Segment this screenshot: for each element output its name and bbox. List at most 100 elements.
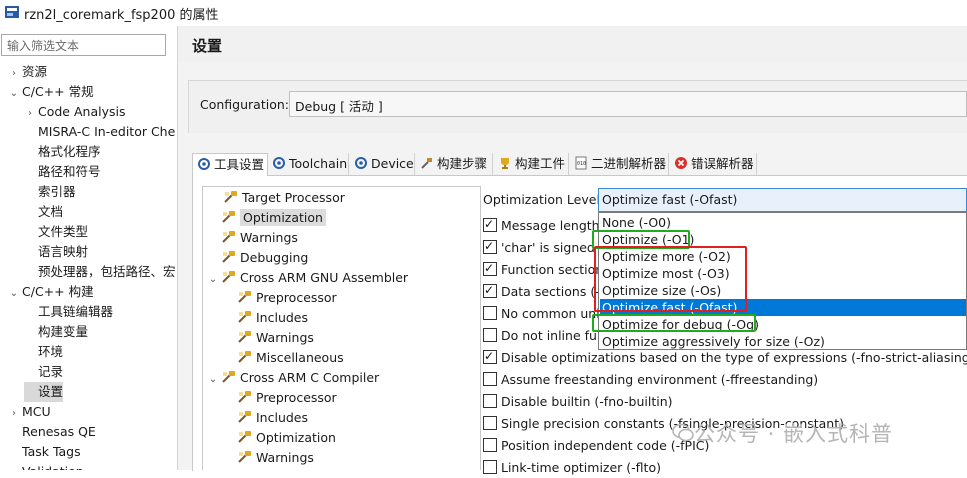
chevron-right-icon[interactable]: › bbox=[8, 404, 20, 424]
tree-item-label: Task Tags bbox=[22, 444, 81, 459]
tree-item-label: 构建变量 bbox=[38, 324, 89, 339]
optimization-level-value: Optimize fast (-Ofast) bbox=[602, 192, 738, 207]
tab-binary-parsers[interactable]: 010 二进制解析器 bbox=[570, 153, 669, 175]
tree-item[interactable]: 预处理器，包括路径、宏 bbox=[24, 262, 176, 282]
configuration-select[interactable]: Debug [ 活动 ] bbox=[289, 91, 967, 117]
optimization-level-label: Optimization Level bbox=[483, 192, 600, 207]
filter-box[interactable] bbox=[1, 34, 167, 56]
tab-error-parsers[interactable]: 错误解析器 bbox=[670, 153, 757, 175]
checkbox[interactable] bbox=[483, 236, 497, 256]
settings-tree-label: Cross ARM C Compiler bbox=[240, 370, 380, 385]
settings-tree-item[interactable]: Target Processor bbox=[223, 188, 345, 208]
option-checkbox-row[interactable]: Assume freestanding environment (-ffrees… bbox=[483, 370, 818, 390]
configuration-label: Configuration: bbox=[200, 97, 289, 112]
option-checkbox-row[interactable]: Function sections bbox=[483, 258, 610, 280]
tab-device[interactable]: Device bbox=[350, 153, 415, 175]
chevron-right-icon[interactable]: › bbox=[8, 64, 20, 84]
settings-tree-item[interactable]: Miscellaneous bbox=[237, 348, 344, 368]
tree-item-label: Renesas QE bbox=[22, 424, 96, 439]
tree-item[interactable]: 文档 bbox=[24, 202, 63, 222]
settings-tree-item[interactable]: Warnings bbox=[221, 228, 298, 248]
tab-tool-settings[interactable]: 工具设置 bbox=[192, 153, 268, 176]
settings-tree-item[interactable]: Includes bbox=[237, 308, 308, 328]
option-checkbox-row[interactable]: Disable builtin (-fno-builtin) bbox=[483, 392, 673, 412]
settings-tree-item[interactable]: Debugging bbox=[221, 248, 308, 268]
settings-tree-label: Target Processor bbox=[242, 190, 345, 205]
checkbox[interactable] bbox=[483, 258, 497, 278]
tool-settings-tree: Target Processor Optimization Warnings Debu… bbox=[202, 186, 481, 470]
tree-item[interactable]: ›Validation bbox=[8, 462, 84, 470]
annotation-green-box-og bbox=[592, 314, 756, 332]
tree-item[interactable]: ⌄ C/C++ 构建 bbox=[8, 282, 94, 302]
tab-build-artifact[interactable]: 构建工件 bbox=[494, 153, 569, 175]
chevron-down-icon[interactable]: ⌄ bbox=[8, 284, 20, 304]
optimization-level-select[interactable]: Optimize fast (-Ofast) bbox=[598, 188, 967, 212]
property-page-tree: › 资源 ⌄ C/C++ 常规 › Code Analysis MISRA-C In-edi… bbox=[0, 60, 176, 470]
tree-item-label: 环境 bbox=[38, 344, 64, 359]
tree-item[interactable]: › 资源 bbox=[8, 62, 47, 82]
tree-item[interactable]: ⌄ C/C++ 常规 bbox=[8, 82, 94, 102]
settings-tree-item[interactable]: ⌄ Cross ARM GNU Assembler bbox=[207, 268, 408, 288]
settings-tree-label: Preprocessor bbox=[256, 390, 337, 405]
settings-tree-label: Debugging bbox=[240, 250, 309, 265]
tree-item[interactable]: › Code Analysis bbox=[24, 102, 125, 122]
settings-tree-label: Cross ARM GNU Assembler bbox=[240, 270, 409, 285]
tool-icon bbox=[221, 370, 236, 385]
tree-item[interactable]: MISRA-C In-editor Che bbox=[24, 122, 175, 142]
chevron-right-icon[interactable]: › bbox=[24, 104, 36, 124]
settings-tree-item[interactable]: Warnings bbox=[237, 448, 314, 468]
settings-tree-item[interactable]: Warnings bbox=[237, 328, 314, 348]
settings-tree-item[interactable]: Optimization bbox=[237, 428, 336, 448]
tree-item[interactable]: 语言映射 bbox=[24, 242, 88, 262]
dropdown-option[interactable]: Optimize aggressively for size (-Oz) bbox=[600, 333, 966, 350]
tree-item[interactable]: 文件类型 bbox=[24, 222, 88, 242]
checkbox[interactable] bbox=[483, 394, 497, 408]
settings-tree-item[interactable]: Includes bbox=[237, 408, 308, 428]
tree-item[interactable]: 环境 bbox=[24, 342, 63, 362]
option-checkbox-row[interactable]: 'char' is signed ( bbox=[483, 236, 604, 258]
settings-tree-item[interactable]: Preprocessor bbox=[237, 388, 337, 408]
settings-tree-item[interactable]: Optimization bbox=[221, 208, 326, 228]
tool-icon bbox=[237, 290, 252, 305]
tree-item[interactable]: › MCU bbox=[8, 402, 51, 422]
tree-item[interactable]: 设置 bbox=[24, 382, 64, 402]
checkbox[interactable] bbox=[483, 214, 497, 234]
tree-item[interactable]: 记录 bbox=[24, 362, 63, 382]
tree-item[interactable]: 路径和符号 bbox=[24, 162, 101, 182]
tree-item[interactable]: 索引器 bbox=[24, 182, 76, 202]
option-checkbox-row[interactable]: Disable optimizations based on the type … bbox=[483, 346, 967, 368]
checkbox[interactable] bbox=[483, 372, 497, 386]
settings-tree-item[interactable]: ⌄ Cross ARM C Compiler bbox=[207, 368, 379, 388]
chevron-right-icon[interactable]: › bbox=[8, 464, 20, 470]
checkbox[interactable] bbox=[483, 438, 497, 452]
checkbox[interactable] bbox=[483, 346, 497, 366]
checkbox[interactable] bbox=[483, 280, 497, 300]
filter-input[interactable] bbox=[5, 36, 167, 56]
checkbox[interactable] bbox=[483, 328, 497, 342]
tree-item-label: Validation bbox=[22, 464, 84, 470]
checkbox[interactable] bbox=[483, 306, 497, 320]
settings-tree-label: Optimization bbox=[240, 209, 326, 226]
tree-item[interactable]: 工具链编辑器 bbox=[24, 302, 113, 322]
chevron-down-icon[interactable]: ⌄ bbox=[8, 84, 20, 104]
option-checkbox-row[interactable]: No common unin bbox=[483, 304, 608, 324]
dropdown-option[interactable]: None (-O0) bbox=[600, 214, 966, 231]
tool-icon bbox=[237, 350, 252, 365]
error-icon bbox=[675, 157, 687, 169]
tree-item[interactable]: 构建变量 bbox=[24, 322, 88, 342]
tree-item[interactable]: 格式化程序 bbox=[24, 142, 101, 162]
option-checkbox-row[interactable]: Data sections (-fd bbox=[483, 280, 612, 302]
tree-item[interactable]: Task Tags bbox=[8, 442, 81, 462]
chevron-down-icon[interactable]: ⌄ bbox=[207, 370, 219, 390]
option-checkbox-row[interactable]: Message length bbox=[483, 214, 600, 236]
checkbox[interactable] bbox=[483, 416, 497, 430]
tree-item[interactable]: Renesas QE bbox=[8, 422, 96, 442]
settings-tree-item[interactable]: Preprocessor bbox=[237, 288, 337, 308]
checkbox[interactable] bbox=[483, 460, 497, 474]
tab-build-steps[interactable]: 构建步骤 bbox=[416, 153, 493, 175]
tab-toolchain[interactable]: Toolchain bbox=[268, 153, 349, 175]
tree-item-label: 资源 bbox=[22, 64, 48, 79]
option-checkbox-row[interactable]: Link-time optimizer (-flto) bbox=[483, 458, 661, 478]
tool-icon bbox=[237, 330, 252, 345]
chevron-down-icon[interactable]: ⌄ bbox=[207, 270, 219, 290]
